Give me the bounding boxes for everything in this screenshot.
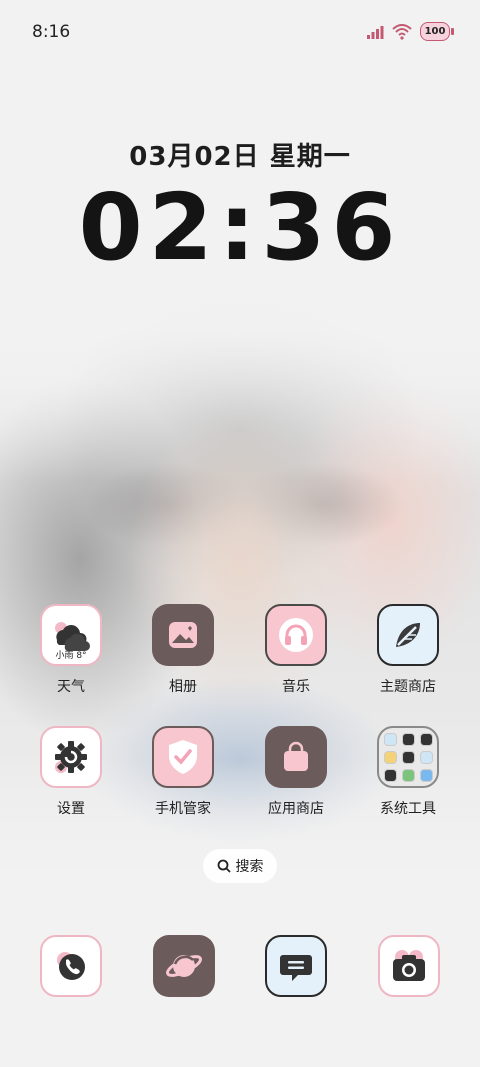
weather-widget-text: 小雨 8° — [55, 651, 87, 661]
leaf-brush-icon — [396, 623, 420, 647]
system-tools-folder[interactable] — [377, 726, 439, 788]
theme-store-tile[interactable] — [377, 604, 439, 666]
app-label: 系统工具 — [380, 801, 436, 817]
app-label: 天气 — [57, 679, 85, 695]
gallery-tile[interactable] — [152, 604, 214, 666]
search-label: 搜索 — [235, 859, 264, 875]
app-label: 手机管家 — [155, 801, 211, 817]
status-time: 8:16 — [32, 22, 71, 42]
phone-icon — [57, 952, 85, 980]
app-label: 相册 — [169, 679, 197, 695]
browser-tile[interactable] — [153, 935, 215, 997]
message-icon — [280, 955, 312, 981]
weather-tile[interactable]: 小雨 8° — [40, 604, 102, 666]
phone-tile[interactable] — [40, 935, 102, 997]
headphones-icon — [279, 618, 313, 652]
app-theme-store[interactable]: 主题商店 — [353, 604, 463, 696]
search-icon — [217, 859, 231, 873]
dock-phone[interactable] — [39, 935, 103, 997]
folder-icon — [383, 732, 433, 782]
app-gallery[interactable]: 相册 — [128, 604, 238, 696]
dock-browser[interactable] — [152, 935, 216, 997]
signal-icon — [367, 25, 384, 39]
app-store-tile[interactable] — [265, 726, 327, 788]
app-label: 应用商店 — [268, 801, 324, 817]
status-icons: 100 — [366, 22, 454, 41]
shopping-bag-icon — [284, 741, 308, 771]
dock-camera[interactable] — [377, 935, 441, 997]
music-tile[interactable] — [265, 604, 327, 666]
app-phone-manager[interactable]: 手机管家 — [128, 726, 238, 818]
app-label: 音乐 — [282, 679, 310, 695]
phone-manager-tile[interactable] — [152, 726, 214, 788]
search-button[interactable]: 搜索 — [203, 849, 277, 883]
clock-date[interactable]: 03月02日 星期一 — [0, 136, 480, 173]
dock-messages[interactable] — [264, 935, 328, 997]
app-weather[interactable]: 小雨 8° 天气 — [16, 604, 126, 696]
battery-indicator: 100 — [420, 22, 454, 41]
planet-icon — [165, 955, 203, 977]
shield-check-icon — [169, 740, 197, 774]
settings-tile[interactable] — [40, 726, 102, 788]
camera-tile[interactable] — [378, 935, 440, 997]
messages-tile[interactable] — [265, 935, 327, 997]
gear-icon — [55, 741, 87, 773]
cloud-icon — [55, 622, 90, 651]
camera-icon — [393, 950, 425, 981]
clock-time[interactable]: 02:36 — [0, 178, 480, 278]
app-system-tools[interactable]: 系统工具 — [353, 726, 463, 818]
wifi-icon — [392, 23, 412, 40]
app-music[interactable]: 音乐 — [241, 604, 351, 696]
app-app-store[interactable]: 应用商店 — [241, 726, 351, 818]
image-icon — [169, 622, 197, 648]
app-label: 主题商店 — [380, 679, 436, 695]
app-settings[interactable]: 设置 — [16, 726, 126, 818]
app-label: 设置 — [57, 801, 85, 817]
